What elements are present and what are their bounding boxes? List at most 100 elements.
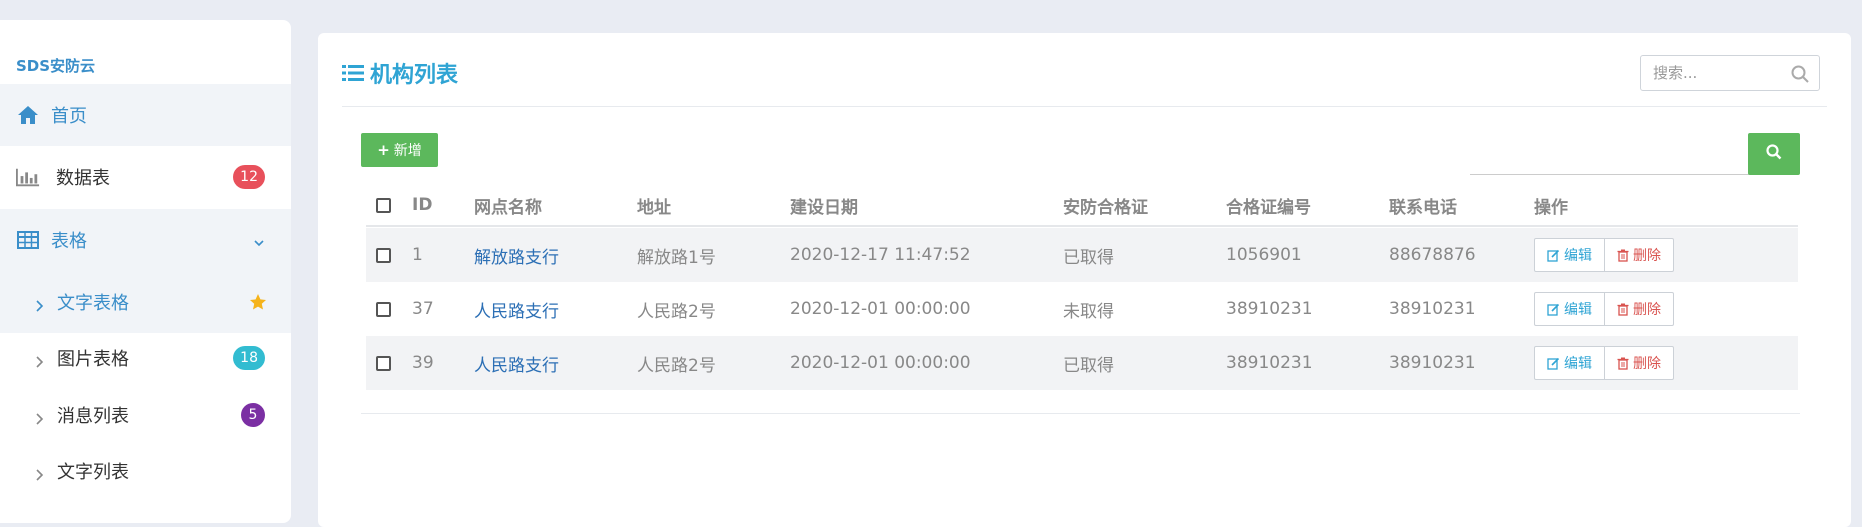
cell-phone: 38910231 <box>1389 299 1476 319</box>
trash-icon <box>1617 357 1629 370</box>
column-header-actions: 操作 <box>1534 197 1568 218</box>
table-icon <box>16 228 40 252</box>
table-footer-divider <box>361 413 1800 414</box>
delete-label: 删除 <box>1633 248 1661 264</box>
column-header-address[interactable]: 地址 <box>637 185 671 225</box>
row-checkbox[interactable] <box>376 247 391 263</box>
cell-id: 1 <box>412 245 423 265</box>
table-row: 39 人民路支行 人民路2号 2020-12-01 00:00:00 已取得 3… <box>366 336 1798 390</box>
sidebar-item-datatable[interactable]: 数据表 12 <box>0 146 291 208</box>
cell-cert-no: 1056901 <box>1226 245 1302 265</box>
cell-address: 解放路1号 <box>637 247 716 268</box>
sidebar-item-text-table[interactable]: 文字表格 <box>0 271 291 333</box>
delete-button[interactable]: 删除 <box>1605 238 1674 272</box>
page-title-text: 机构列表 <box>370 63 459 88</box>
edit-icon <box>1547 249 1560 262</box>
cell-cert: 未取得 <box>1063 301 1114 322</box>
cell-name-link[interactable]: 解放路支行 <box>474 228 559 282</box>
sidebar-item-message-list[interactable]: 消息列表 5 <box>0 384 291 446</box>
cell-address: 人民路2号 <box>637 301 716 322</box>
cell-name-link[interactable]: 人民路支行 <box>474 282 559 336</box>
column-header-cert[interactable]: 安防合格证 <box>1063 185 1148 225</box>
sidebar-item-label: 消息列表 <box>57 406 129 427</box>
edit-label: 编辑 <box>1564 302 1592 318</box>
select-all-checkbox[interactable] <box>376 197 391 213</box>
column-header-date[interactable]: 建设日期 <box>790 185 858 225</box>
delete-button[interactable]: 删除 <box>1605 346 1674 380</box>
bar-chart-icon <box>16 165 40 189</box>
column-header-id[interactable]: ID <box>412 185 432 225</box>
search-input[interactable] <box>1653 64 1783 82</box>
delete-button[interactable]: 删除 <box>1605 292 1674 326</box>
cell-address: 人民路2号 <box>637 355 716 376</box>
list-icon <box>342 63 364 83</box>
edit-button[interactable]: 编辑 <box>1534 238 1605 272</box>
home-icon <box>16 103 40 127</box>
sidebar-item-image-table[interactable]: 图片表格 18 <box>0 327 291 389</box>
edit-button[interactable]: 编辑 <box>1534 346 1605 380</box>
search-icon[interactable] <box>1791 65 1809 83</box>
column-header-phone[interactable]: 联系电话 <box>1389 185 1457 225</box>
cell-date: 2020-12-01 00:00:00 <box>790 299 971 319</box>
row-checkbox[interactable] <box>376 355 391 371</box>
sidebar-item-home[interactable]: 首页 <box>0 84 291 146</box>
search-icon <box>1766 144 1782 164</box>
sidebar-item-label: 表格 <box>51 231 87 252</box>
page-title: 机构列表 <box>342 57 458 89</box>
cell-phone: 38910231 <box>1389 353 1476 373</box>
brand-name: SDS安防云 <box>16 57 96 75</box>
cell-cert-no: 38910231 <box>1226 299 1313 319</box>
cell-id: 39 <box>412 353 434 373</box>
star-icon <box>249 293 267 311</box>
count-badge: 18 <box>233 346 265 370</box>
cell-cert: 已取得 <box>1063 355 1114 376</box>
table-row: 37 人民路支行 人民路2号 2020-12-01 00:00:00 未取得 3… <box>366 282 1798 336</box>
cell-cert: 已取得 <box>1063 247 1114 268</box>
count-badge: 5 <box>241 403 265 427</box>
add-button-label: 新增 <box>393 143 422 159</box>
edit-icon <box>1547 357 1560 370</box>
table-header: ID 网点名称 地址 建设日期 安防合格证 合格证编号 联系电话 操作 <box>366 185 1798 227</box>
sidebar-item-tables[interactable]: 表格 <box>0 209 291 271</box>
delete-label: 删除 <box>1633 356 1661 372</box>
search-box <box>1640 55 1820 91</box>
row-actions: 编辑 删除 <box>1534 292 1674 326</box>
add-button[interactable]: + 新增 <box>361 133 438 167</box>
table-row: 1 解放路支行 解放路1号 2020-12-17 11:47:52 已取得 10… <box>366 228 1798 282</box>
row-checkbox[interactable] <box>376 301 391 317</box>
sidebar-item-text-list[interactable]: 文字列表 <box>0 440 291 502</box>
delete-label: 删除 <box>1633 302 1661 318</box>
column-header-cert-no[interactable]: 合格证编号 <box>1226 185 1311 225</box>
sidebar-item-label: 文字表格 <box>57 293 129 314</box>
main-panel: 机构列表 + 新增 ID 网点名称 地址 建设日期 安防合格证 合格证编号 联系… <box>318 33 1851 527</box>
sidebar-item-label: 首页 <box>51 106 87 127</box>
cell-cert-no: 38910231 <box>1226 353 1313 373</box>
row-actions: 编辑 删除 <box>1534 346 1674 380</box>
sidebar-item-label: 图片表格 <box>57 349 129 370</box>
table-search-input[interactable] <box>1470 134 1749 174</box>
edit-icon <box>1547 303 1560 316</box>
cell-id: 37 <box>412 299 434 319</box>
chevron-right-icon <box>34 466 44 481</box>
row-actions: 编辑 删除 <box>1534 238 1674 272</box>
edit-label: 编辑 <box>1564 248 1592 264</box>
cell-phone: 88678876 <box>1389 245 1476 265</box>
cell-name-link[interactable]: 人民路支行 <box>474 336 559 390</box>
sidebar-item-label: 文字列表 <box>57 462 129 483</box>
chevron-right-icon <box>34 353 44 368</box>
edit-button[interactable]: 编辑 <box>1534 292 1605 326</box>
cell-date: 2020-12-17 11:47:52 <box>790 245 971 265</box>
chevron-down-icon <box>253 234 265 247</box>
cell-date: 2020-12-01 00:00:00 <box>790 353 971 373</box>
trash-icon <box>1617 303 1629 316</box>
plus-icon: + <box>377 141 390 159</box>
table-search-field[interactable] <box>1470 134 1749 175</box>
column-header-name[interactable]: 网点名称 <box>474 185 542 225</box>
table-search-button[interactable] <box>1748 133 1800 175</box>
edit-label: 编辑 <box>1564 356 1592 372</box>
sidebar: SDS安防云 首页 数据表 12 表格 文字表格 图片表格 18 消息列表 5 … <box>0 20 291 523</box>
chevron-right-icon <box>34 410 44 425</box>
sidebar-item-label: 数据表 <box>56 168 110 189</box>
trash-icon <box>1617 249 1629 262</box>
count-badge: 12 <box>233 165 265 189</box>
